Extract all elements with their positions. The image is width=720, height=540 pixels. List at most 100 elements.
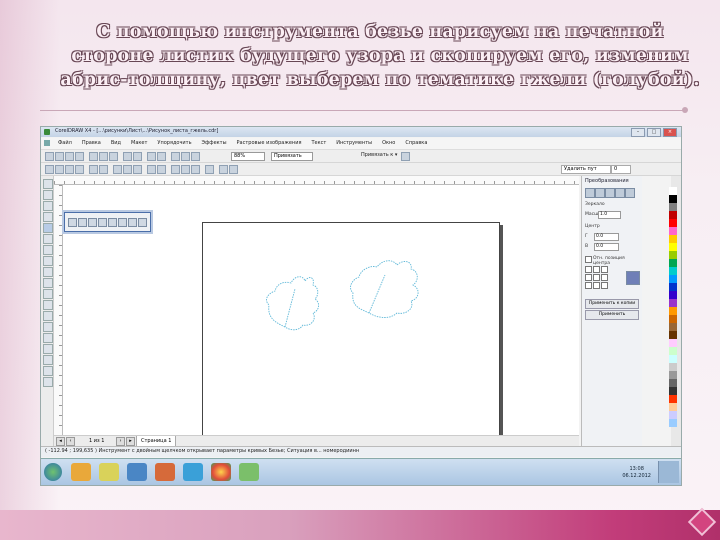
apply-to-copy-button[interactable]: Применить к копии xyxy=(585,299,639,309)
media-player-icon[interactable] xyxy=(183,463,203,481)
menu-file[interactable]: Файл xyxy=(53,138,77,149)
palette-swatch[interactable] xyxy=(669,203,677,211)
palette-swatch[interactable] xyxy=(669,403,677,411)
new-document-icon[interactable] xyxy=(45,152,54,161)
leaf-copy[interactable] xyxy=(350,260,419,318)
undo-icon[interactable] xyxy=(123,152,132,161)
smart-fill-tool-icon[interactable] xyxy=(43,234,53,244)
property-options-icon[interactable] xyxy=(138,218,147,227)
next-page-icon[interactable]: › xyxy=(116,437,125,446)
paste-icon[interactable] xyxy=(109,152,118,161)
export-icon[interactable] xyxy=(157,152,166,161)
copy-icon[interactable] xyxy=(99,152,108,161)
scale-input[interactable]: 1.0 xyxy=(598,211,621,219)
cusp-node-icon[interactable] xyxy=(113,165,122,174)
palette-swatch[interactable] xyxy=(669,275,677,283)
palette-swatch[interactable] xyxy=(669,299,677,307)
horizontal-scrollbar[interactable]: ◂ ‹ 1 из 1 › ▸ Страница 1 xyxy=(54,435,579,447)
interactive-fill-tool-icon[interactable] xyxy=(43,377,53,387)
reverse-direction-icon[interactable] xyxy=(147,165,156,174)
table-tool-icon[interactable] xyxy=(43,300,53,310)
rectangle-tool-icon[interactable] xyxy=(43,245,53,255)
smooth-node-icon[interactable] xyxy=(123,165,132,174)
extract-subpath-icon[interactable] xyxy=(171,165,180,174)
menu-window[interactable]: Окно xyxy=(377,138,400,149)
horizontal-ruler[interactable] xyxy=(54,176,579,185)
palette-swatch[interactable] xyxy=(669,283,677,291)
anchor-bl-checkbox[interactable] xyxy=(585,282,592,289)
explorer-icon[interactable] xyxy=(71,463,91,481)
align-nodes-icon[interactable] xyxy=(205,165,214,174)
scale-mirror-icon[interactable] xyxy=(605,188,615,198)
maximize-button[interactable]: □ xyxy=(647,128,661,137)
open-icon[interactable] xyxy=(55,152,64,161)
text-tool-icon[interactable] xyxy=(43,289,53,299)
palette-swatch[interactable] xyxy=(669,211,677,219)
palette-swatch[interactable] xyxy=(669,387,677,395)
node-add-icon[interactable] xyxy=(45,165,54,174)
anchor-tl-checkbox[interactable] xyxy=(585,266,592,273)
snap-to-menu[interactable]: Привязать к ▾ xyxy=(361,152,397,158)
close-button[interactable]: × xyxy=(663,128,677,137)
outline-tool-icon[interactable] xyxy=(43,355,53,365)
symmetric-node-icon[interactable] xyxy=(133,165,142,174)
prev-page-icon[interactable]: ‹ xyxy=(66,437,75,446)
palette-swatch[interactable] xyxy=(669,251,677,259)
anchor-bc-checkbox[interactable] xyxy=(593,282,600,289)
palette-swatch[interactable] xyxy=(669,259,677,267)
fill-tool-icon[interactable] xyxy=(43,366,53,376)
palette-swatch[interactable] xyxy=(669,235,677,243)
welcome-icon[interactable] xyxy=(181,152,190,161)
delete-node-icon[interactable] xyxy=(88,218,97,227)
break-curve-icon[interactable] xyxy=(75,165,84,174)
palette-swatch[interactable] xyxy=(669,219,677,227)
palette-swatch[interactable] xyxy=(669,291,677,299)
menu-layout[interactable]: Макет xyxy=(126,138,152,149)
add-node-icon[interactable] xyxy=(78,218,87,227)
shape-tool-icon[interactable] xyxy=(43,190,53,200)
extend-curve-icon[interactable] xyxy=(157,165,166,174)
leaf-original[interactable] xyxy=(266,276,320,331)
rotate-icon[interactable] xyxy=(595,188,605,198)
palette-swatch[interactable] xyxy=(669,187,677,195)
palette-swatch[interactable] xyxy=(669,379,677,387)
menu-effects[interactable]: Эффекты xyxy=(197,138,232,149)
dimension-tool-icon[interactable] xyxy=(43,311,53,321)
smoothness-value-field[interactable]: 0 xyxy=(611,165,631,174)
join-nodes-icon[interactable] xyxy=(65,165,74,174)
document-icon[interactable] xyxy=(44,140,50,146)
palette-swatch[interactable] xyxy=(669,355,677,363)
convert-line-icon[interactable] xyxy=(118,218,127,227)
snap-select[interactable]: Привязать xyxy=(271,152,313,161)
palette-swatch[interactable] xyxy=(669,419,677,427)
palette-swatch[interactable] xyxy=(669,227,677,235)
apply-button[interactable]: Применить xyxy=(585,310,639,320)
palette-swatch[interactable] xyxy=(669,307,677,315)
first-page-icon[interactable]: ◂ xyxy=(56,437,65,446)
start-button[interactable] xyxy=(44,463,62,481)
y-input[interactable]: 0.0 xyxy=(594,243,619,251)
save-icon[interactable] xyxy=(65,152,74,161)
minimize-button[interactable]: – xyxy=(631,128,645,137)
palette-swatch[interactable] xyxy=(669,195,677,203)
curve-smoothness-field[interactable]: Удалить пут xyxy=(561,165,611,174)
color-palette[interactable] xyxy=(669,187,677,427)
palette-swatch[interactable] xyxy=(669,339,677,347)
join-node-icon[interactable] xyxy=(98,218,107,227)
basic-shapes-tool-icon[interactable] xyxy=(43,278,53,288)
size-icon[interactable] xyxy=(615,188,625,198)
elastic-mode-icon[interactable] xyxy=(219,165,228,174)
options-icon[interactable] xyxy=(401,152,410,161)
print-icon[interactable] xyxy=(75,152,84,161)
break-node-icon[interactable] xyxy=(108,218,117,227)
position-icon[interactable] xyxy=(585,188,595,198)
redo-icon[interactable] xyxy=(133,152,142,161)
folder-icon[interactable] xyxy=(99,463,119,481)
to-curve-icon[interactable] xyxy=(99,165,108,174)
palette-swatch[interactable] xyxy=(669,347,677,355)
select-all-nodes-icon[interactable] xyxy=(229,165,238,174)
bezier-tool-icon[interactable] xyxy=(43,223,53,233)
coreldraw-taskbar-icon[interactable] xyxy=(239,463,259,481)
relative-center-checkbox[interactable] xyxy=(585,256,592,263)
chrome-icon[interactable] xyxy=(211,463,231,481)
